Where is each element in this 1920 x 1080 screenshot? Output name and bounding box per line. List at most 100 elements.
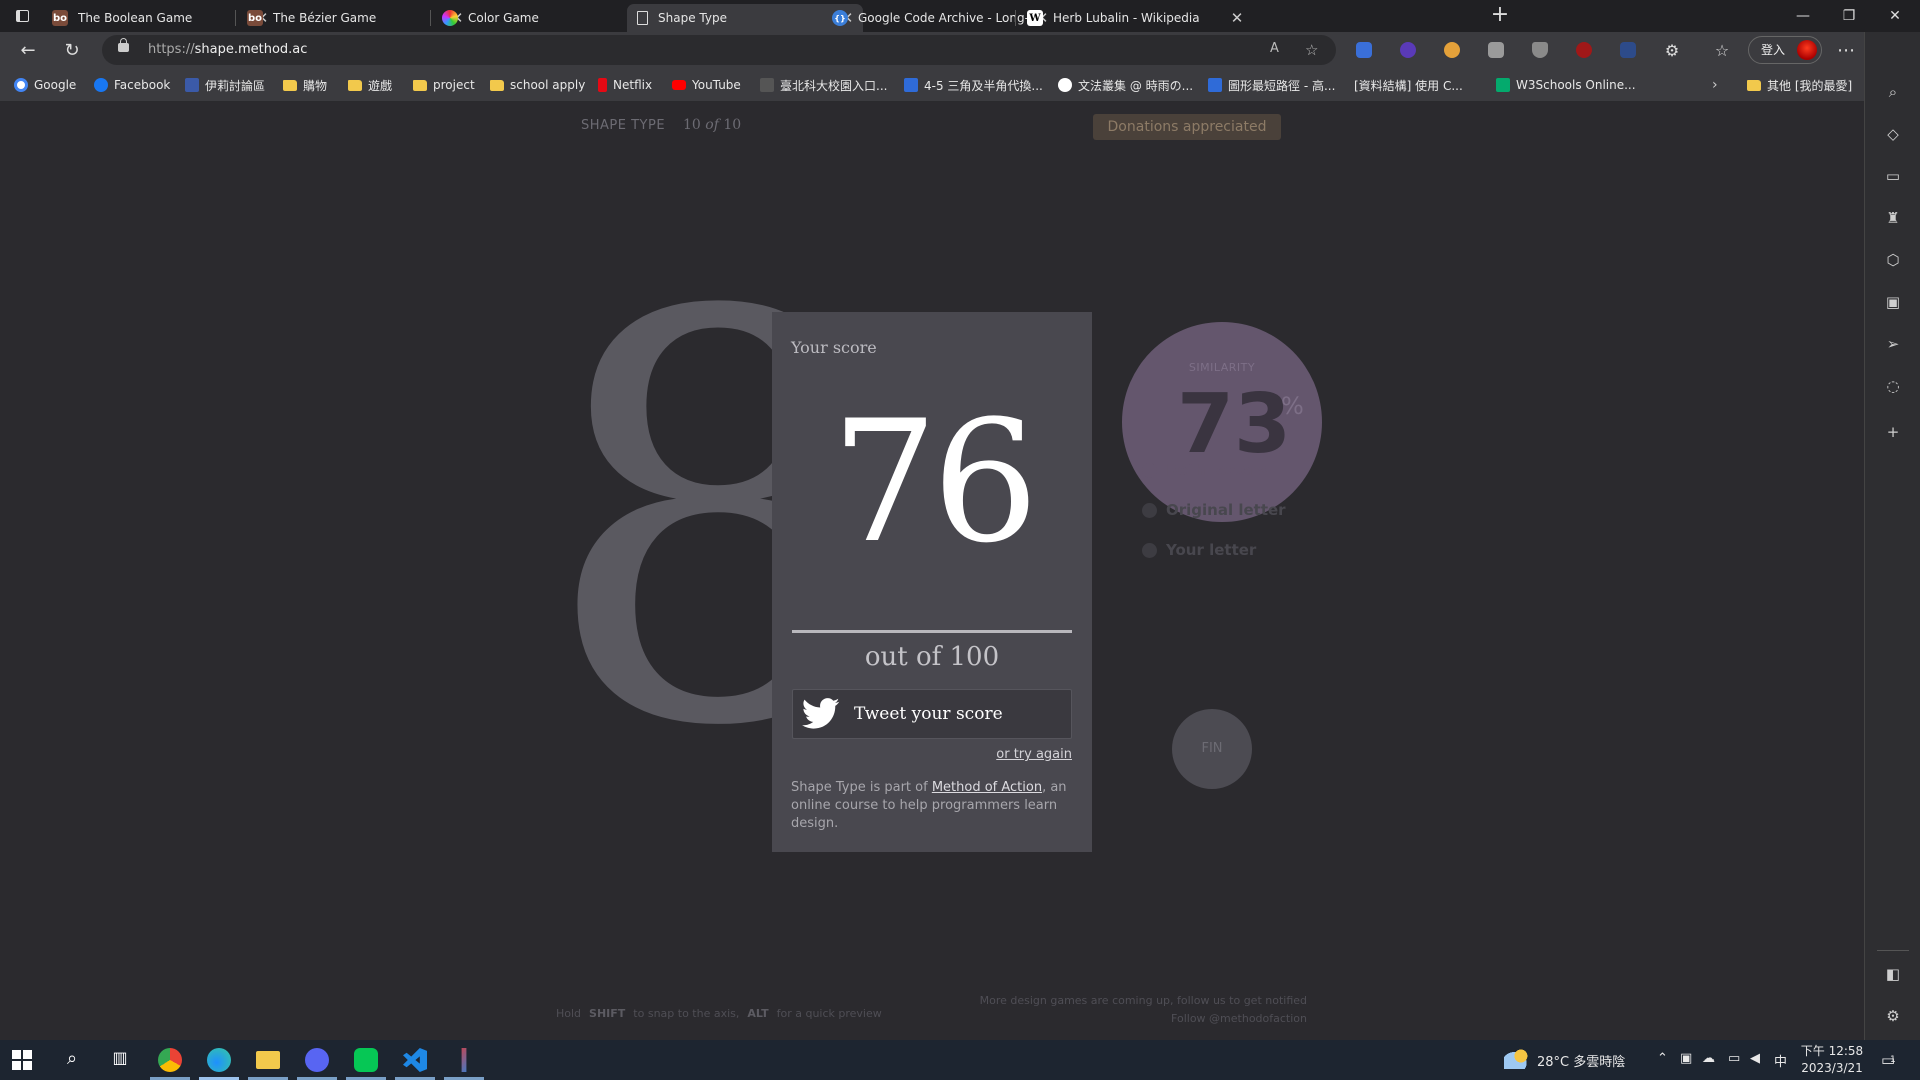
onedrive-icon[interactable]: ☁ bbox=[1702, 1051, 1715, 1066]
info-icon bbox=[1058, 78, 1072, 92]
volume-icon[interactable]: ◀ bbox=[1750, 1051, 1760, 1066]
sidebar-panel-icon[interactable]: ◧ bbox=[1885, 966, 1901, 982]
bookmark-folder-project[interactable]: project bbox=[413, 76, 475, 94]
more-icon: ⋯ bbox=[1837, 40, 1855, 61]
file-explorer-icon[interactable] bbox=[256, 1051, 280, 1069]
tag-icon[interactable]: ◇ bbox=[1885, 126, 1901, 142]
network-icon[interactable]: ▭ bbox=[1728, 1051, 1740, 1066]
bookmarks-overflow-button[interactable]: › bbox=[1712, 76, 1718, 94]
restore-button[interactable]: ❐ bbox=[1826, 0, 1872, 32]
bookmark-forum[interactable]: 伊莉討論區 bbox=[185, 76, 265, 94]
bookmark-w3schools[interactable]: W3Schools Online... bbox=[1496, 76, 1636, 94]
gear-icon[interactable]: ⚙ bbox=[1885, 1008, 1901, 1024]
close-icon[interactable]: ✕ bbox=[1229, 9, 1245, 27]
bookmark-folder-games[interactable]: 遊戲 bbox=[348, 76, 392, 94]
chrome-icon[interactable] bbox=[158, 1048, 182, 1072]
puzzle-icon: ⚙ bbox=[1664, 41, 1680, 60]
donate-button[interactable]: Donations appreciated bbox=[1093, 114, 1281, 140]
cast-extension-icon[interactable] bbox=[1488, 42, 1504, 58]
shield-extension-icon[interactable] bbox=[1532, 42, 1548, 58]
meet-now-icon[interactable]: ▣ bbox=[1680, 1051, 1692, 1066]
restore-icon: ❐ bbox=[1842, 8, 1856, 24]
fin-button[interactable]: FIN bbox=[1172, 709, 1252, 789]
arrow-left-icon: ← bbox=[20, 40, 36, 61]
drop-icon[interactable]: ◌ bbox=[1885, 378, 1901, 394]
address-bar[interactable]: https://shape.method.ac A ☆ bbox=[102, 35, 1336, 65]
profile-button[interactable]: 登入 bbox=[1748, 36, 1822, 64]
bookmark-youtube[interactable]: YouTube bbox=[672, 76, 741, 94]
bookmark-facebook[interactable]: Facebook bbox=[94, 76, 170, 94]
add-icon[interactable]: + bbox=[1885, 424, 1901, 440]
forum-icon bbox=[185, 78, 199, 92]
tools-icon[interactable]: ▭ bbox=[1885, 168, 1901, 184]
chevron-up-icon[interactable]: ⌃ bbox=[1657, 1051, 1668, 1066]
method-of-action-link[interactable]: Method of Action bbox=[932, 780, 1042, 795]
option-original-letter[interactable]: Original letter bbox=[1142, 500, 1286, 520]
send-icon[interactable]: ➢ bbox=[1885, 336, 1901, 352]
tweet-score-button[interactable]: Tweet your score bbox=[792, 689, 1072, 739]
weather-text[interactable]: 28°C 多雲時陰 bbox=[1537, 1051, 1625, 1070]
refresh-button[interactable]: ↻ bbox=[58, 38, 86, 64]
edge-icon[interactable] bbox=[207, 1048, 231, 1072]
favorites-button[interactable]: ☆ bbox=[1708, 38, 1736, 64]
address-toolbar: ← ↻ https://shape.method.ac A ☆ ⚙ ☆ bbox=[0, 32, 1920, 68]
bookmark-shortest-path[interactable]: 圖形最短路徑 - 高... bbox=[1208, 76, 1335, 94]
bookmark-ntut[interactable]: 臺北科大校園入口... bbox=[760, 76, 887, 94]
bookmark-other-favorites[interactable]: 其他 [我的最愛] bbox=[1747, 76, 1852, 94]
bookmark-data-structure[interactable]: [資料結構] 使用 C... bbox=[1354, 76, 1463, 193]
follow-link[interactable]: Follow @methodofaction bbox=[1171, 1012, 1307, 1025]
option-your-letter[interactable]: Your letter bbox=[1142, 540, 1256, 560]
page-icon bbox=[637, 11, 648, 25]
games-icon[interactable]: ♜ bbox=[1885, 210, 1901, 226]
tab-title: The Boolean Game bbox=[78, 11, 193, 25]
settings-more-button[interactable]: ⋯ bbox=[1832, 38, 1860, 64]
snipping-tool-icon[interactable] bbox=[461, 1048, 467, 1072]
favorite-star-icon[interactable]: ☆ bbox=[1305, 41, 1318, 59]
similarity-unit: % bbox=[1281, 392, 1304, 420]
translate-extension-icon[interactable] bbox=[1356, 42, 1372, 58]
minimize-icon: — bbox=[1796, 8, 1810, 24]
close-icon: ✕ bbox=[1889, 8, 1901, 24]
line-icon[interactable] bbox=[354, 1048, 378, 1072]
bookmark-grammar[interactable]: 文法叢集 @ 時雨の... bbox=[1058, 76, 1193, 94]
office-icon[interactable]: ⬡ bbox=[1885, 252, 1901, 268]
task-view-icon[interactable]: ▥ bbox=[108, 1048, 132, 1072]
search-icon[interactable]: ⌕ bbox=[1885, 84, 1901, 100]
windows-start-icon[interactable] bbox=[12, 1050, 32, 1070]
extension-icon[interactable] bbox=[1620, 42, 1636, 58]
discord-icon[interactable] bbox=[305, 1048, 329, 1072]
tab-herb-lubalin[interactable]: W Herb Lubalin - Wikipedia ✕ bbox=[1017, 4, 1253, 32]
option-both-letters[interactable]: Both letters bbox=[1142, 460, 1267, 480]
download-extension-icon[interactable] bbox=[1400, 42, 1416, 58]
system-clock[interactable]: 下午 12:58 2023/3/21 bbox=[1800, 1043, 1864, 1077]
bookmark-netflix[interactable]: Netflix bbox=[598, 76, 652, 94]
vscode-icon[interactable] bbox=[403, 1048, 427, 1072]
tab-actions-button[interactable] bbox=[12, 7, 32, 25]
ublock-extension-icon[interactable] bbox=[1576, 42, 1592, 58]
tab-title: Color Game bbox=[468, 11, 539, 25]
cookie-extension-icon[interactable] bbox=[1444, 42, 1460, 58]
extensions-button[interactable]: ⚙ bbox=[1658, 38, 1686, 64]
bookmark-folder-shopping[interactable]: 購物 bbox=[283, 76, 327, 94]
bookmark-trig[interactable]: 4-5 三角及半角代換... bbox=[904, 76, 1043, 94]
similarity-label: SIMILARITY bbox=[1188, 361, 1256, 374]
outlook-icon[interactable]: ▣ bbox=[1885, 294, 1901, 310]
bookmark-google[interactable]: Google bbox=[14, 76, 76, 94]
google-code-icon: {} bbox=[832, 10, 848, 26]
bookmark-folder-school-apply[interactable]: school apply bbox=[490, 76, 585, 94]
try-again-link[interactable]: or try again bbox=[996, 747, 1072, 762]
read-aloud-icon[interactable]: A bbox=[1270, 41, 1279, 56]
score-divider bbox=[792, 630, 1072, 633]
notification-icon[interactable]: ▭ 1 bbox=[1881, 1051, 1896, 1069]
new-tab-button[interactable]: + bbox=[1487, 4, 1513, 28]
back-button[interactable]: ← bbox=[14, 38, 42, 64]
close-window-button[interactable]: ✕ bbox=[1872, 0, 1918, 32]
ime-indicator[interactable]: 中 bbox=[1774, 1051, 1787, 1070]
color-wheel-icon bbox=[442, 10, 458, 26]
avatar bbox=[1797, 40, 1817, 60]
favorites-icon: ☆ bbox=[1714, 41, 1730, 60]
bo-icon: bo bbox=[52, 10, 68, 26]
refresh-icon: ↻ bbox=[64, 40, 80, 61]
minimize-button[interactable]: — bbox=[1780, 0, 1826, 32]
search-icon[interactable]: ⌕ bbox=[60, 1048, 84, 1072]
